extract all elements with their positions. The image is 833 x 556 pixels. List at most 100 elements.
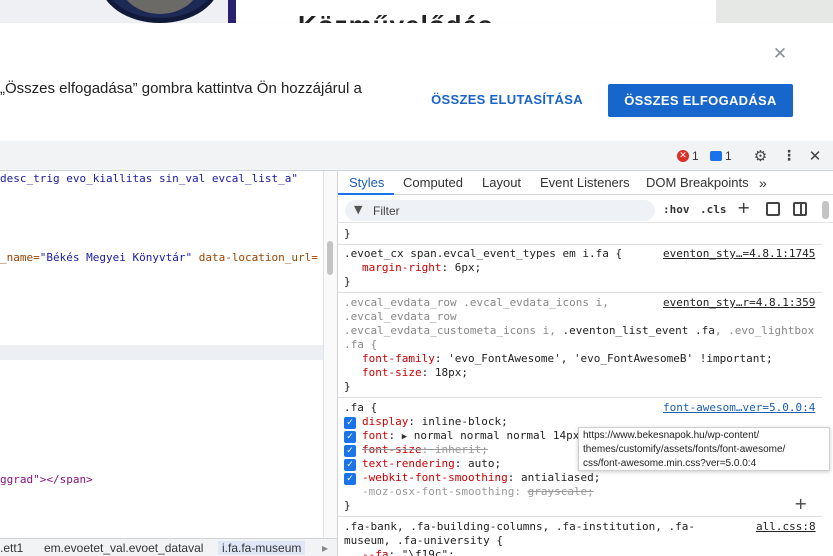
property-name: -webkit-font-smoothing (362, 471, 508, 484)
header-divider (228, 0, 236, 23)
rule-source-link[interactable]: all.css:8 (756, 520, 816, 534)
property-name: margin-right (362, 261, 442, 274)
toggle-sidebar-icon[interactable] (793, 202, 807, 216)
rule-selector[interactable]: .evcal_evdata_row (344, 310, 833, 324)
styles-scrollbar-thumb[interactable] (822, 201, 829, 219)
rule-selector[interactable]: .evcal_evdata_custometa_icons i, .evento… (344, 324, 833, 338)
property-value: grayscale; (527, 485, 594, 498)
attr-name: data-location_url= (192, 251, 318, 264)
tab-styles[interactable]: Styles (349, 175, 384, 190)
property-name: font-size (362, 366, 422, 379)
cookie-banner: „Összes elfogadása” gombra kattintva Ön … (0, 23, 833, 141)
rule-selector[interactable]: museum, .fa-university { (344, 534, 833, 548)
rule-divider (338, 397, 822, 398)
active-tab-indicator (338, 193, 394, 195)
filter-placeholder[interactable]: Filter (373, 204, 400, 218)
devtools-toolbar: ✕ 1 1 ⚙ ⋮ ✕ (0, 141, 833, 171)
more-menu-icon[interactable]: ⋮ (782, 148, 796, 165)
selector-part: , .evo_lightbox (714, 324, 815, 337)
rule-close: } (344, 227, 351, 240)
selected-dom-line[interactable] (0, 345, 323, 360)
scrollbar-thumb[interactable] (327, 241, 333, 275)
tab-dom-breakpoints[interactable]: DOM Breakpoints (646, 175, 749, 190)
add-declaration-icon[interactable]: + (794, 496, 808, 512)
css-declaration[interactable]: -webkit-font-smoothing: antialiased; (362, 471, 833, 485)
property-checkbox[interactable]: ✓ (344, 431, 356, 443)
filter-bar: ▼ Filter :hov .cls + (338, 197, 833, 223)
property-name: --fa (362, 548, 389, 556)
breadcrumb-item-selected[interactable]: i.fa.fa-museum (218, 541, 306, 555)
property-value: antialiased; (520, 471, 601, 484)
property-value: 'evo_FontAwesome', 'evo_FontAwesomeB' !i… (448, 352, 773, 365)
rule-selector[interactable]: .fa { (344, 338, 833, 352)
message-icon[interactable] (710, 151, 722, 161)
cls-toggle[interactable]: .cls (700, 203, 727, 216)
more-tabs-icon[interactable]: » (759, 175, 767, 191)
property-value: auto; (467, 457, 502, 470)
rule-selector[interactable]: .fa-bank, .fa-building-columns, .fa-inst… (344, 520, 695, 534)
devtools-panel: ✕ 1 1 ⚙ ⋮ ✕ desc_trig evo_kiallitas sin_… (0, 141, 833, 556)
tooltip-line: css/font-awesome.min.css?ver=5.0.0:4 (583, 458, 757, 469)
property-value: inherit; (434, 443, 488, 456)
page-heading: Közművelődés (298, 8, 494, 23)
breadcrumb-arrow-icon[interactable]: ▸ (322, 541, 328, 555)
tab-event-listeners[interactable]: Event Listeners (540, 175, 630, 190)
property-name: font (362, 429, 389, 442)
website-header: Közművelődés (0, 0, 833, 23)
rule-selector[interactable]: .evoet_cx span.evcal_event_types em i.fa… (344, 247, 622, 261)
dom-line[interactable]: _name="Békés Megyei Könyvtár" data-locat… (0, 251, 318, 265)
property-checkbox[interactable]: ✓ (344, 459, 356, 471)
source-url-tooltip: https://www.bekesnapok.hu/wp-content/ th… (578, 427, 830, 471)
message-count[interactable]: 1 (725, 149, 732, 163)
screen: Közművelődés „Összes elfogadása” gombra … (0, 0, 833, 556)
attr-name: _name= (0, 251, 40, 264)
css-declaration[interactable]: --fa: "\f19c"; (362, 548, 833, 556)
accept-all-button[interactable]: ÖSSZES ELFOGADÁSA (608, 84, 793, 117)
rule-source-link[interactable]: eventon_sty…r=4.8.1:359 (663, 296, 815, 310)
css-declaration-invalid[interactable]: -moz-osx-font-smoothing: grayscale; (362, 485, 833, 499)
rule-close: } (344, 275, 351, 288)
rule-divider (338, 244, 822, 245)
tooltip-line: https://www.bekesnapok.hu/wp-content/ (583, 430, 760, 441)
reject-all-button[interactable]: ÖSSZES ELUTASÍTÁSA (424, 84, 590, 116)
breadcrumb-item[interactable]: .ett1 (0, 541, 23, 555)
property-value: "\f19c"; (401, 548, 455, 556)
dom-line[interactable]: desc_trig evo_kiallitas sin_val evcal_li… (0, 172, 298, 186)
close-devtools-icon[interactable]: ✕ (808, 148, 822, 165)
rule-selector[interactable]: .evcal_evdata_row .evcal_evdata_icons i, (344, 296, 609, 310)
rule-source-link[interactable]: font-awesom…ver=5.0.0:4 (663, 401, 815, 415)
rule-divider (338, 292, 822, 293)
rule-close: } (344, 380, 351, 393)
gear-icon[interactable]: ⚙ (752, 148, 769, 165)
elements-scrollbar[interactable] (323, 171, 337, 538)
expand-triangle-icon[interactable]: ▶ (402, 432, 407, 442)
paint-icon[interactable] (766, 202, 780, 216)
rule-source-link[interactable]: eventon_sty…=4.8.1:1745 (663, 247, 815, 261)
tab-computed[interactable]: Computed (403, 175, 463, 190)
breadcrumb-item[interactable]: em.evoetet_val.evoet_dataval (44, 541, 203, 555)
error-count[interactable]: 1 (692, 149, 699, 163)
property-name: -moz-osx-font-smoothing (362, 485, 515, 498)
property-checkbox[interactable]: ✓ (344, 417, 356, 429)
css-declaration[interactable]: font-size: 18px; (362, 366, 833, 380)
attr-value: "Békés Megyei Könyvtár" (39, 251, 193, 264)
property-value: 6px; (454, 261, 482, 274)
elements-panel[interactable]: desc_trig evo_kiallitas sin_val evcal_li… (0, 171, 323, 538)
property-checkbox[interactable]: ✓ (344, 445, 356, 457)
error-icon[interactable]: ✕ (677, 150, 689, 162)
selector-part-match: .eventon_list_event .fa (562, 324, 715, 337)
tab-layout[interactable]: Layout (482, 175, 521, 190)
dom-line[interactable]: ggrad"></span> (0, 473, 93, 487)
property-name: text-rendering (362, 457, 455, 470)
new-rule-icon[interactable]: + (737, 200, 753, 216)
hov-toggle[interactable]: :hov (663, 203, 690, 216)
rule-close: } (344, 499, 351, 512)
rule-selector[interactable]: .fa { (344, 401, 377, 415)
cookie-text: „Összes elfogadása” gombra kattintva Ön … (0, 80, 362, 97)
css-declaration[interactable]: font-family: 'evo_FontAwesome', 'evo_Fon… (362, 352, 833, 366)
close-icon[interactable]: ✕ (772, 46, 788, 63)
css-declaration[interactable]: margin-right: 6px; (362, 261, 833, 275)
header-image-right (716, 0, 833, 23)
property-checkbox[interactable]: ✓ (344, 473, 356, 485)
styles-panel: Styles Computed Layout Event Listeners D… (337, 171, 833, 556)
